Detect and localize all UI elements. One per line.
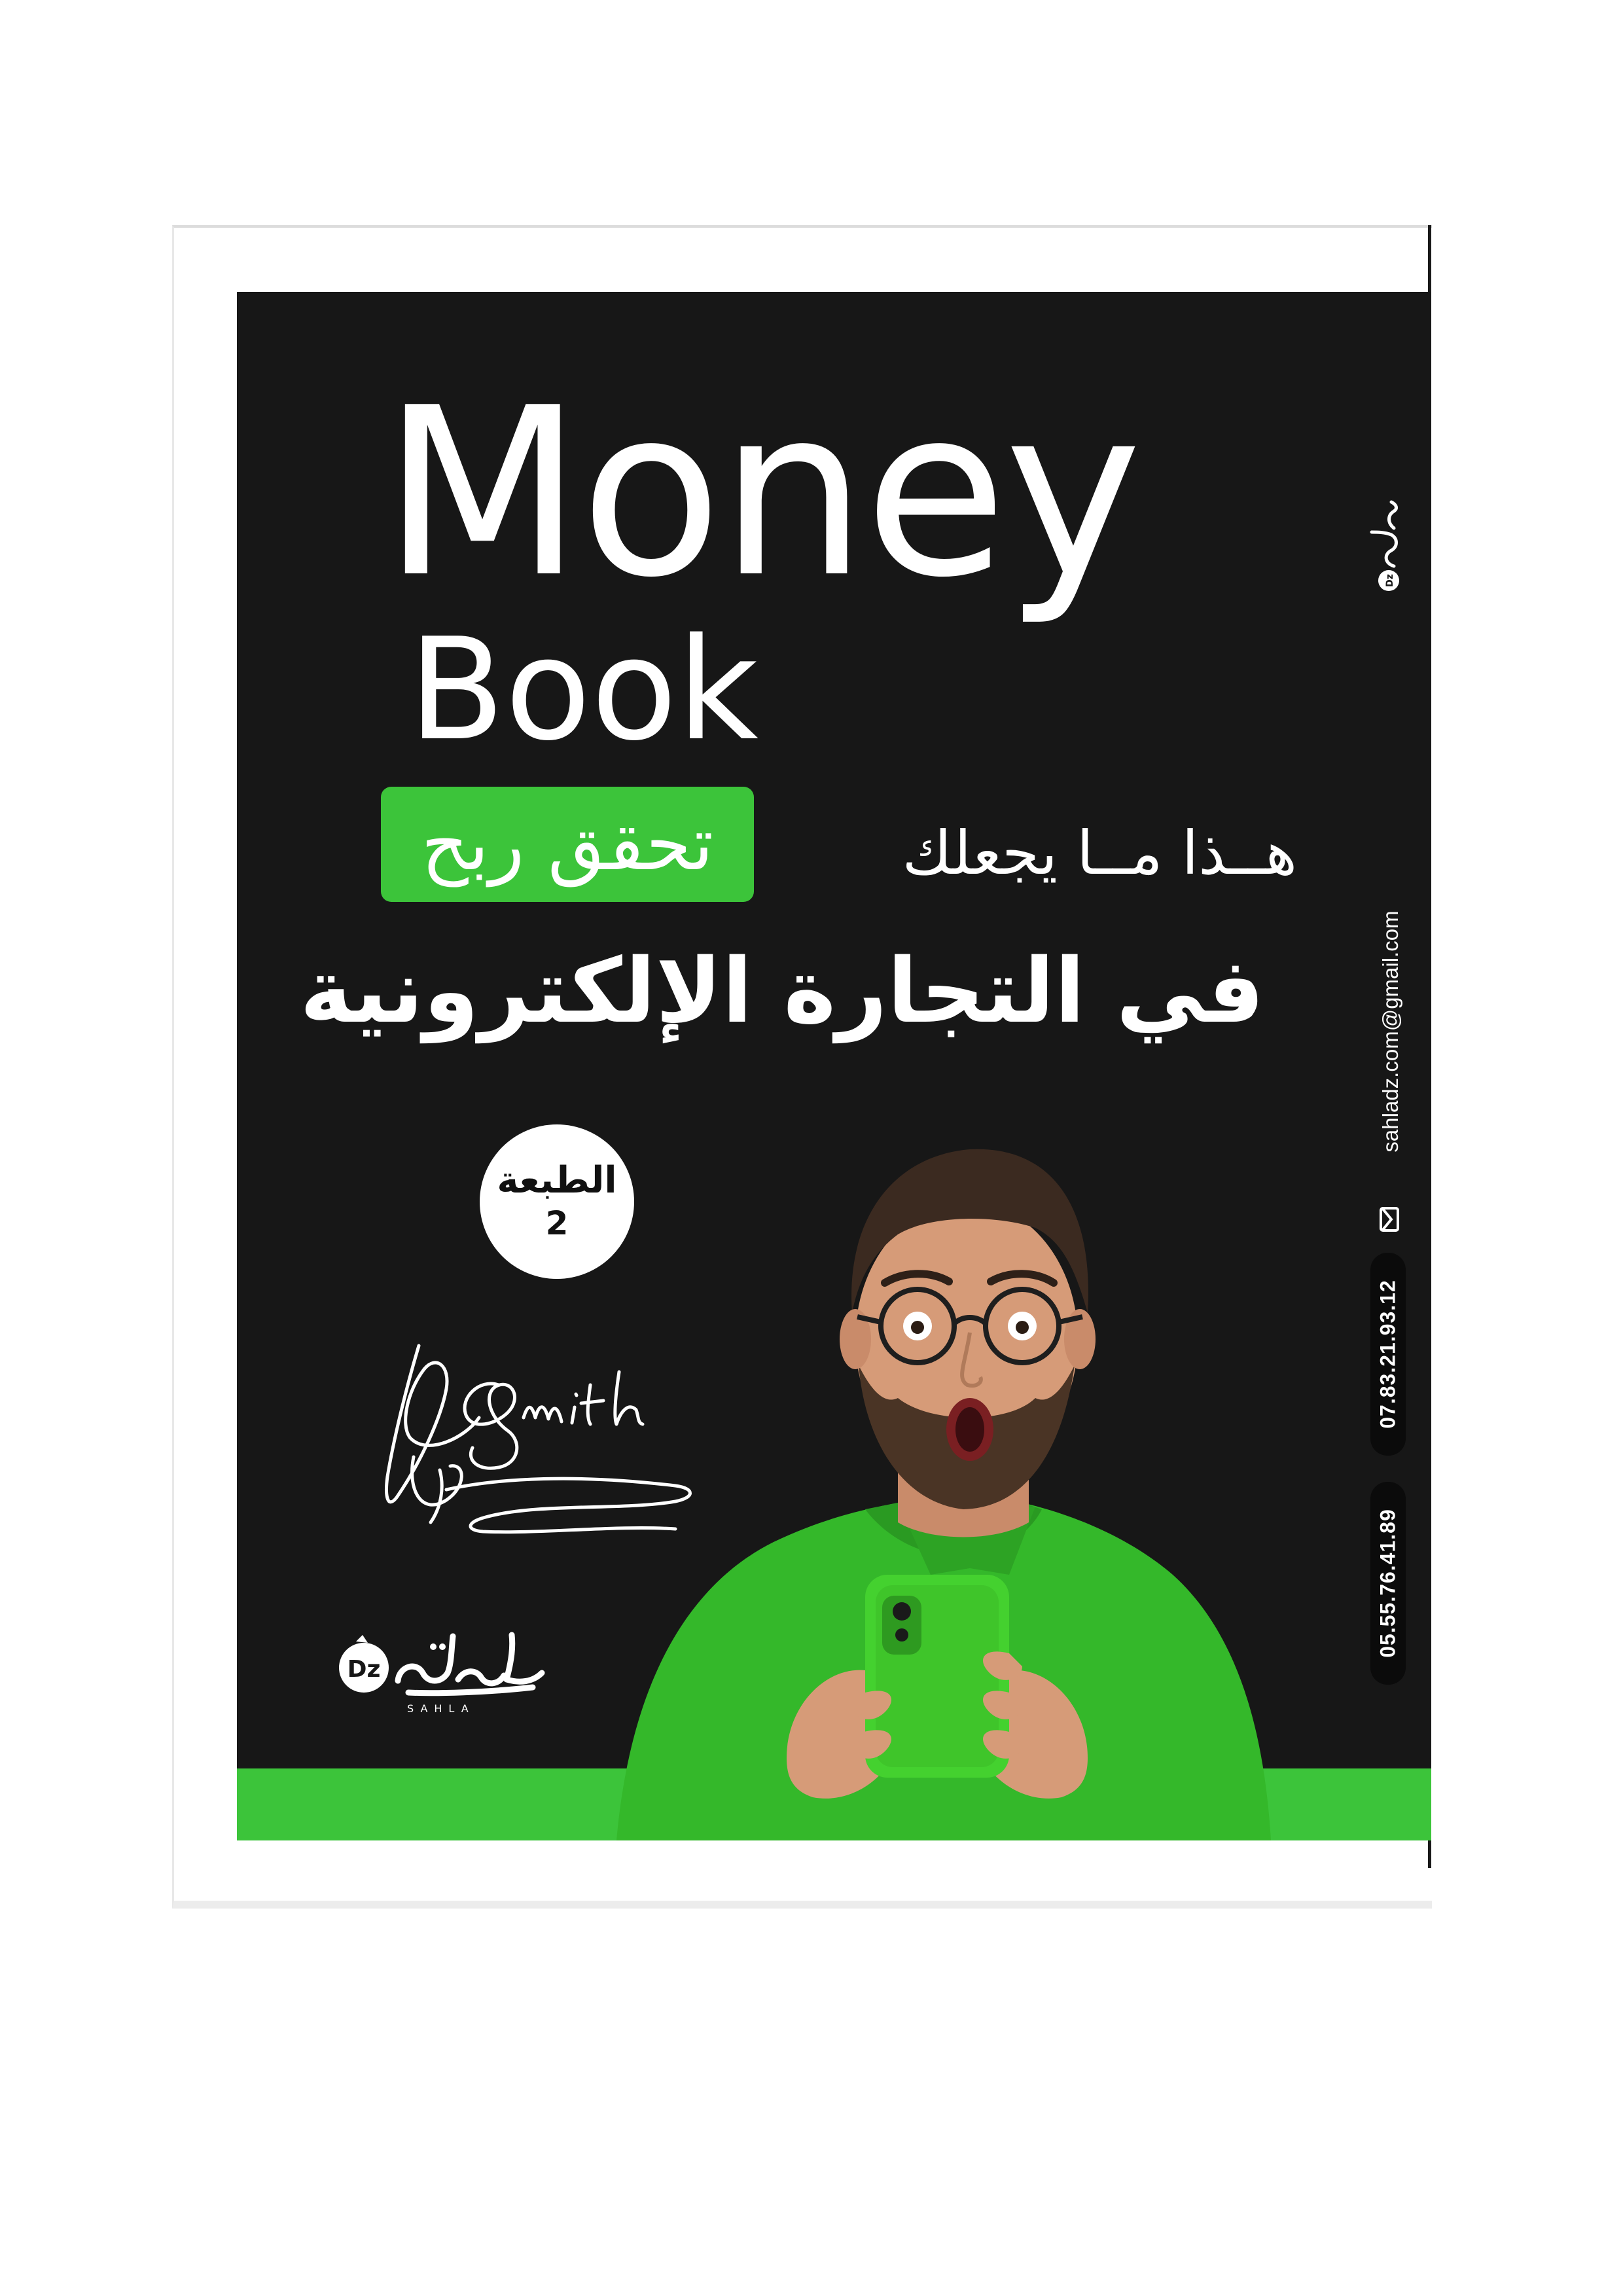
rail-sahla-logo: Dz (1370, 500, 1399, 591)
title-money: Money (382, 357, 1142, 628)
person-photo (616, 1149, 1271, 1840)
subtitle: في التجارة الإلكترونية (300, 940, 1264, 1043)
tagline-highlight-pill: تحقق ربح (381, 787, 754, 902)
svg-text:Dz: Dz (348, 1656, 381, 1683)
title-book: Book (408, 607, 759, 772)
contact-phone-1-text: 07.83.21.93.12 (1376, 1280, 1400, 1429)
book-cover: Money Book هــذا مــا يجعلك تحقق ربح في … (237, 292, 1431, 1840)
edition-number: 2 (545, 1204, 569, 1242)
contact-email-text: sahladz.com@gmail.com (1378, 910, 1402, 1153)
sahla-logo: Dz SAHLA (339, 1632, 545, 1715)
contact-phone-2-text: 05.55.76.41.89 (1376, 1509, 1400, 1658)
contact-phone-2[interactable]: 05.55.76.41.89 (1370, 1482, 1406, 1685)
mail-icon (1380, 1207, 1399, 1232)
svg-text:Dz: Dz (1385, 574, 1395, 587)
tagline-prefix: هــذا مــا يجعلك (902, 818, 1297, 888)
contact-phone-1[interactable]: 07.83.21.93.12 (1370, 1253, 1406, 1456)
tagline-highlight: تحقق ربح (421, 802, 714, 887)
contact-email[interactable]: sahladz.com@gmail.com (1371, 901, 1410, 1162)
tagline: هــذا مــا يجعلك تحقق ربح (381, 787, 1297, 905)
svg-text:SAHLA: SAHLA (407, 1702, 475, 1715)
